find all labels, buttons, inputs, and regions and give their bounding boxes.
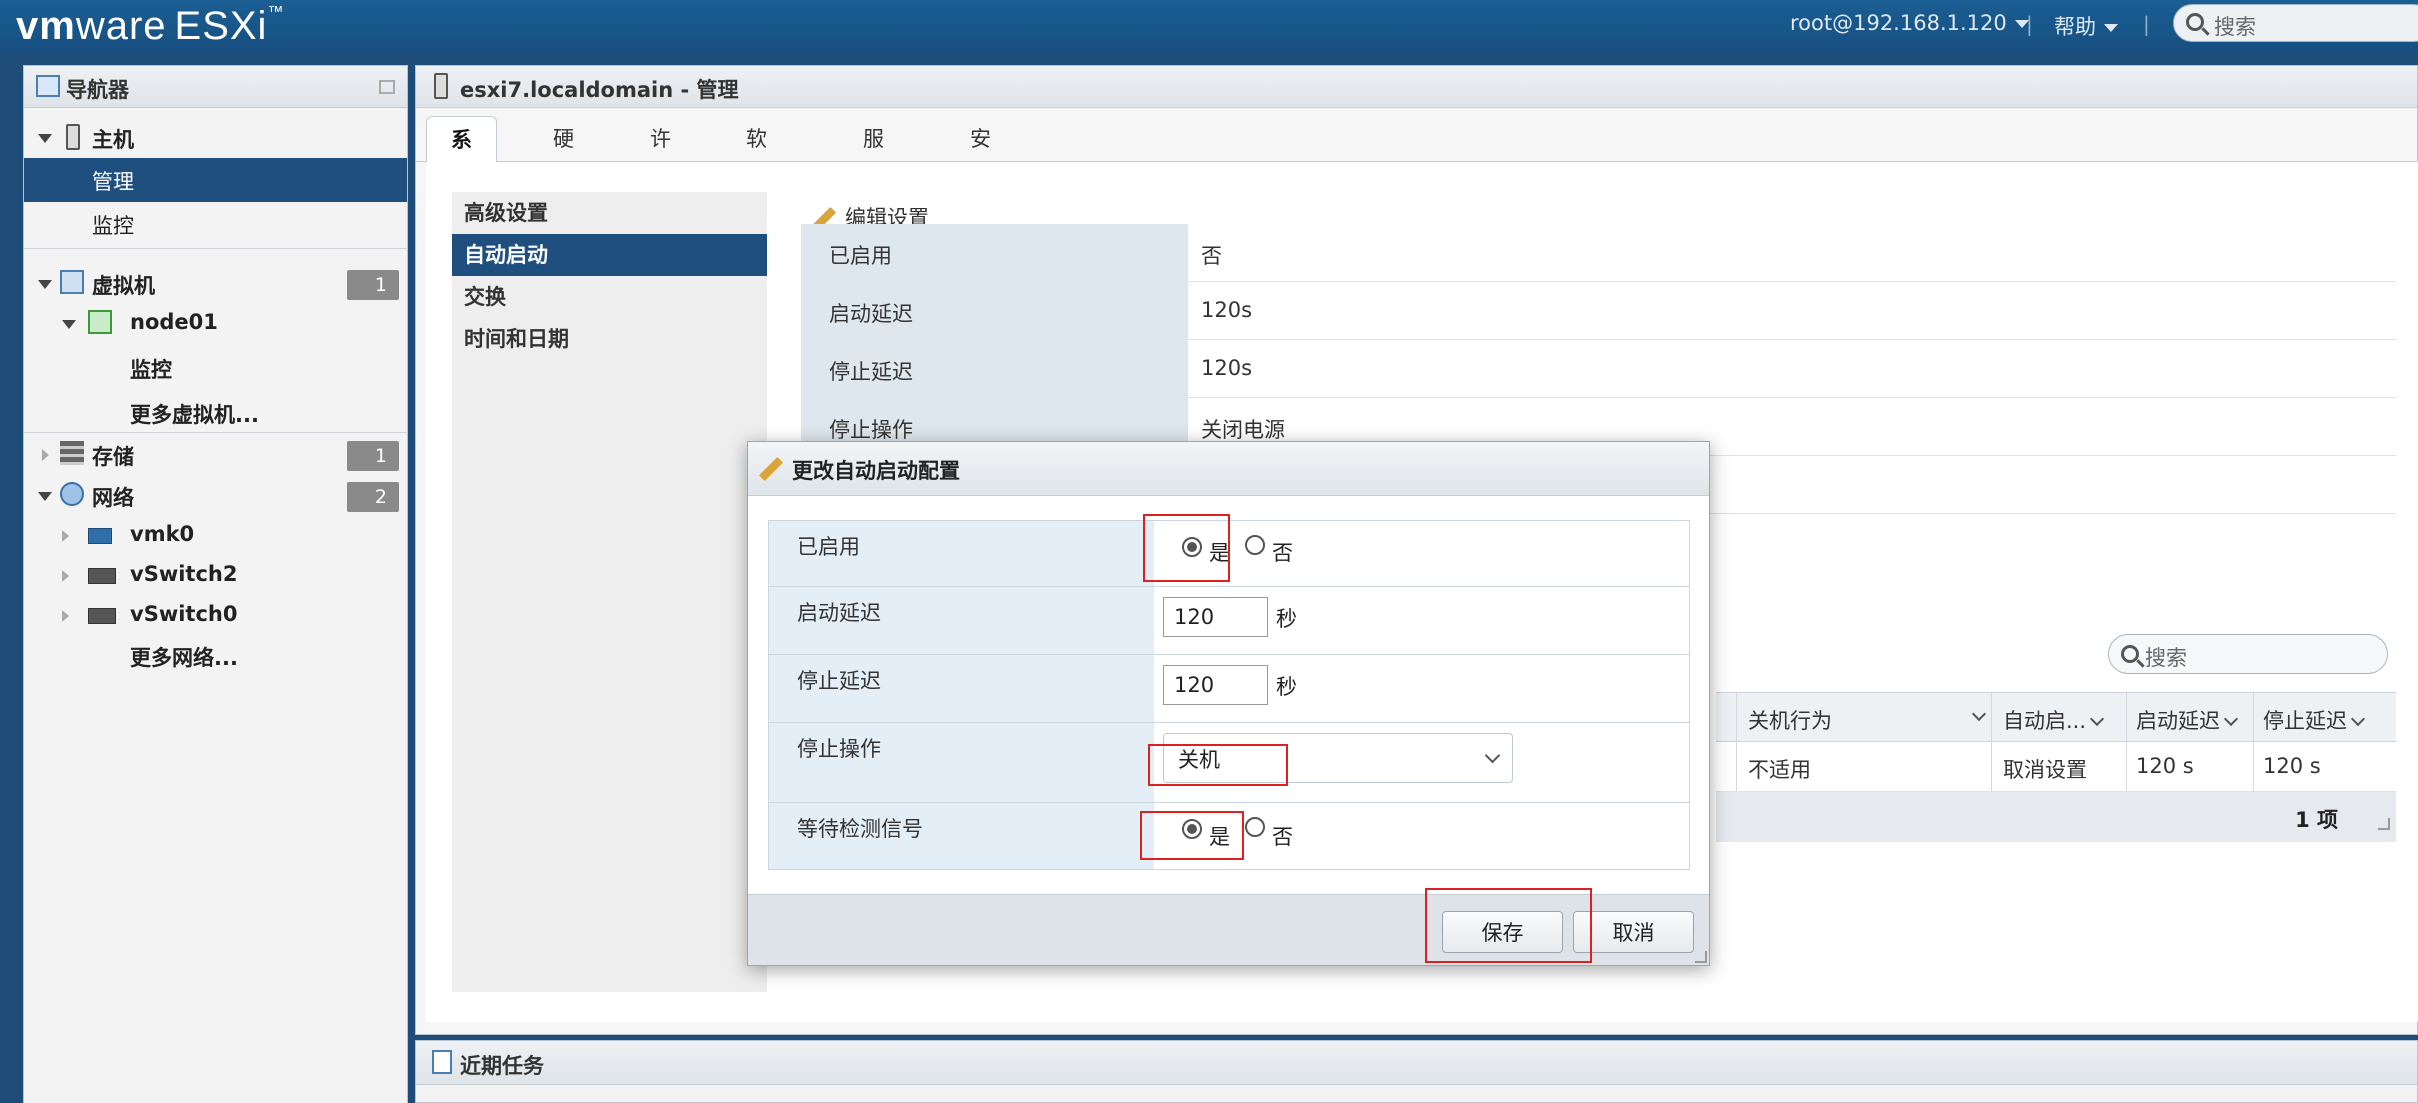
start-delay-input[interactable] bbox=[1163, 597, 1268, 637]
heartbeat-no-radio[interactable] bbox=[1245, 817, 1265, 837]
stop-delay-input[interactable] bbox=[1163, 665, 1268, 705]
dialog-title: 更改自动启动配置 bbox=[792, 459, 960, 483]
form-row-start-delay: 启动延迟 秒 bbox=[769, 587, 1689, 655]
highlight-box bbox=[1425, 888, 1592, 963]
highlight-box bbox=[1148, 744, 1288, 786]
pencil-icon bbox=[758, 456, 784, 482]
chevron-down-icon bbox=[1484, 747, 1501, 764]
dialog-header: 更改自动启动配置 bbox=[748, 442, 1709, 496]
autostart-config-dialog: 更改自动启动配置 已启用 是 否 启动延迟 秒 停止延迟 秒 停止操作 关机 bbox=[747, 441, 1710, 966]
enabled-no-radio[interactable] bbox=[1245, 535, 1265, 555]
resize-handle[interactable] bbox=[1695, 951, 1707, 963]
highlight-box bbox=[1140, 811, 1244, 860]
form-row-stop-delay: 停止延迟 秒 bbox=[769, 655, 1689, 723]
highlight-box bbox=[1143, 514, 1230, 582]
